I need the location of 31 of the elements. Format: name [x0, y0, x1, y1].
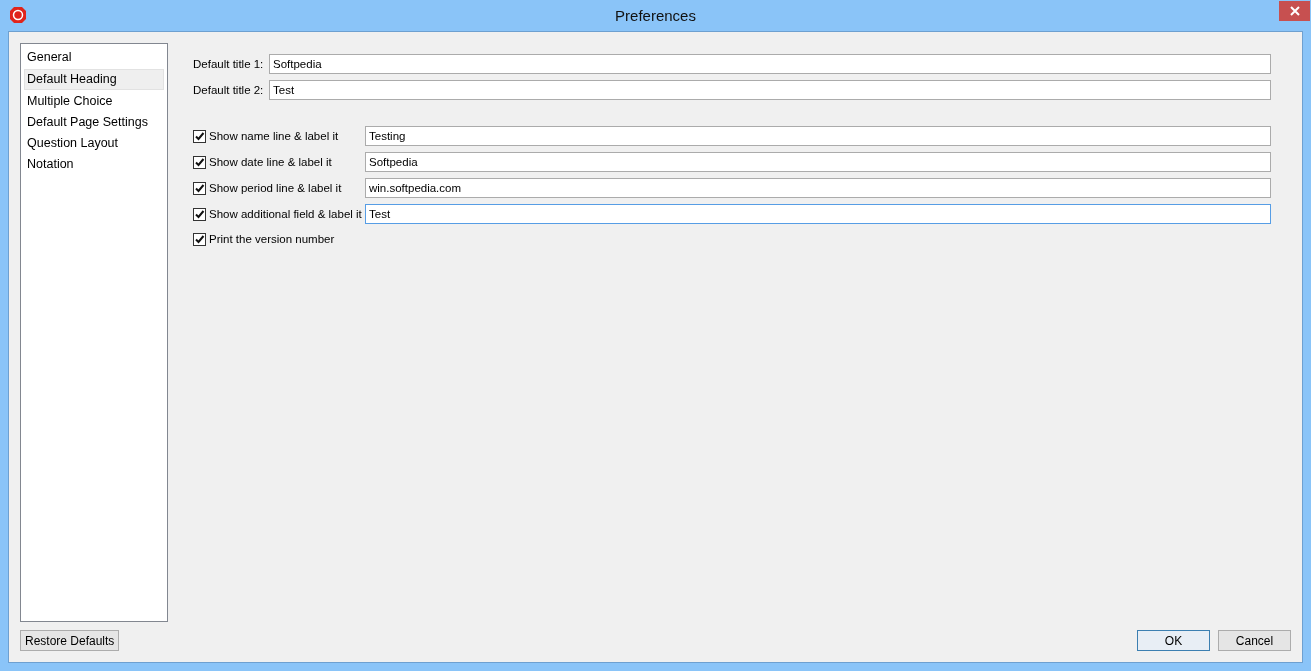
field-label: Default title 2: [193, 84, 265, 96]
sidebar-item[interactable]: Default Page Settings [24, 112, 164, 133]
input-field[interactable]: win.softpedia.com [365, 178, 1271, 198]
sidebar-item[interactable]: General [24, 47, 164, 68]
window-title: Preferences [615, 7, 696, 24]
sidebar-item[interactable]: Multiple Choice [24, 91, 164, 112]
close-button[interactable] [1279, 1, 1310, 21]
checkbox[interactable] [193, 129, 206, 143]
checkbox-label: Show additional field & label it [209, 208, 362, 220]
field-label: Default title 1: [193, 58, 265, 70]
checkbox-label: Show name line & label it [209, 130, 339, 142]
app-logo-icon [9, 6, 27, 24]
sidebar-item[interactable]: Default Heading [24, 69, 164, 90]
checkbox-label: Show period line & label it [209, 182, 342, 194]
input-field[interactable]: Softpedia [365, 152, 1271, 172]
checkbox[interactable] [193, 207, 206, 221]
close-icon [1289, 6, 1300, 16]
checkbox-label: Show date line & label it [209, 156, 332, 168]
ok-button[interactable]: OK [1137, 630, 1210, 651]
input-field[interactable]: Test [269, 80, 1271, 100]
checkbox-label: Print the version number [209, 233, 335, 245]
sidebar-item[interactable]: Notation [24, 154, 164, 175]
input-field[interactable]: Softpedia [269, 54, 1271, 74]
restore-defaults-button[interactable]: Restore Defaults [20, 630, 120, 651]
checkbox[interactable] [193, 232, 206, 246]
input-field[interactable]: Testing [365, 126, 1271, 146]
cancel-button[interactable]: Cancel [1218, 630, 1291, 651]
input-field[interactable]: Test [365, 204, 1271, 224]
checkbox[interactable] [193, 181, 206, 195]
checkbox[interactable] [193, 155, 206, 169]
sidebar-item[interactable]: Question Layout [24, 133, 164, 154]
